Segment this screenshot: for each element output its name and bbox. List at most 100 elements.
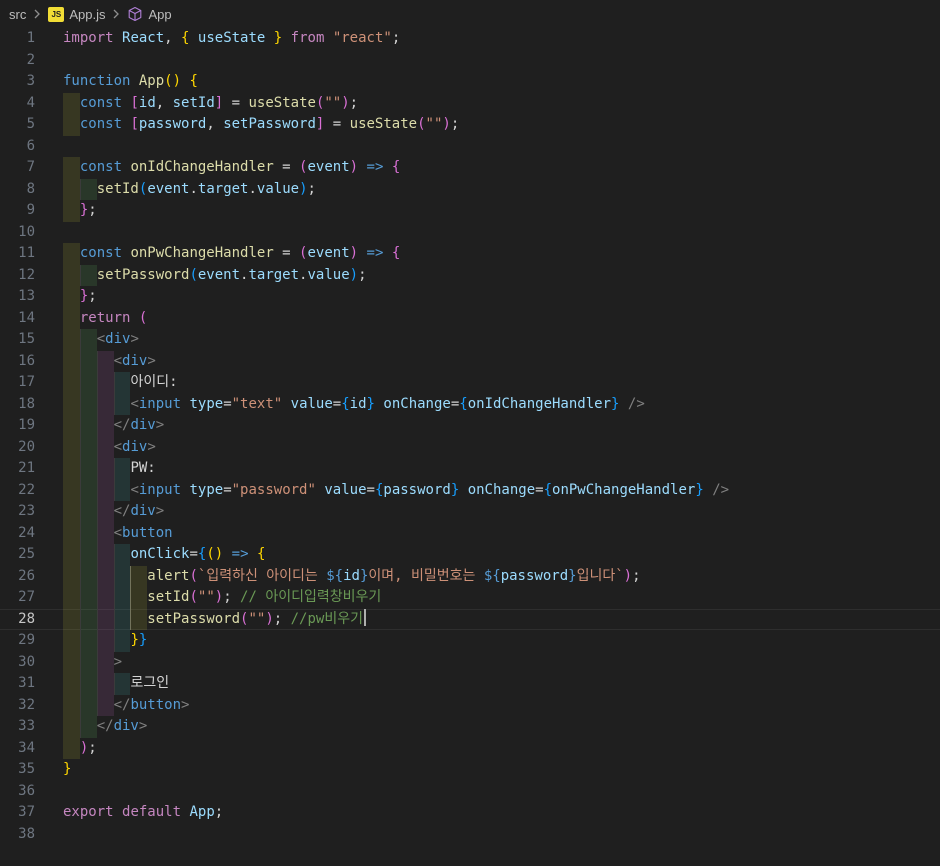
code-line-35[interactable]: 35}	[0, 759, 940, 781]
line-content[interactable]: export default App;	[63, 802, 940, 824]
line-number[interactable]: 23	[0, 501, 47, 523]
code-line-7[interactable]: 7 const onIdChangeHandler = (event) => {	[0, 157, 940, 179]
line-content[interactable]: <div>	[63, 350, 940, 372]
line-number[interactable]: 7	[0, 157, 47, 179]
code-line-21[interactable]: 21 PW:	[0, 458, 940, 480]
code-line-16[interactable]: 16 <div>	[0, 350, 940, 373]
code-line-15[interactable]: 15 <div>	[0, 329, 940, 351]
code-line-34[interactable]: 34 );	[0, 737, 940, 760]
line-number[interactable]: 6	[0, 136, 47, 158]
line-content[interactable]: <div>	[63, 329, 940, 351]
line-content[interactable]: alert(`입력하신 아이디는 ${id}이며, 비밀번호는 ${passwo…	[63, 565, 940, 587]
code-line-36[interactable]: 36	[0, 781, 940, 803]
line-content[interactable]: >	[63, 651, 940, 673]
breadcrumb-item-filename[interactable]: App.js	[69, 7, 105, 22]
line-content[interactable]: };	[63, 200, 940, 222]
line-content[interactable]: 아이디:	[63, 372, 940, 394]
line-number[interactable]: 20	[0, 437, 47, 459]
code-line-12[interactable]: 12 setPassword(event.target.value);	[0, 264, 940, 286]
line-content[interactable]: );	[63, 737, 940, 759]
code-line-31[interactable]: 31 로그인	[0, 673, 940, 695]
line-content[interactable]: </div>	[63, 501, 940, 523]
line-number[interactable]: 34	[0, 738, 47, 760]
breadcrumb-item-src[interactable]: src	[9, 7, 26, 22]
editor[interactable]: 1 import React, { useState } from "react"…	[0, 28, 940, 845]
line-content[interactable]: 로그인	[63, 673, 940, 695]
line-content[interactable]: }	[63, 759, 940, 781]
line-content[interactable]: import React, { useState } from "react";	[63, 28, 940, 50]
line-content[interactable]	[63, 781, 940, 803]
line-content[interactable]	[63, 136, 940, 158]
line-number[interactable]: 38	[0, 824, 47, 846]
line-content[interactable]: </button>	[63, 694, 940, 716]
line-number[interactable]: 13	[0, 286, 47, 308]
line-number[interactable]: 32	[0, 695, 47, 717]
line-number[interactable]: 37	[0, 802, 47, 824]
code-line-10[interactable]: 10	[0, 222, 940, 244]
line-content[interactable]: setId(event.target.value);	[63, 178, 940, 200]
line-content[interactable]: };	[63, 286, 940, 308]
line-number[interactable]: 26	[0, 566, 47, 588]
line-content[interactable]: <button	[63, 522, 940, 544]
code-line-11[interactable]: 11 const onPwChangeHandler = (event) => …	[0, 243, 940, 265]
code-line-3[interactable]: 3 function App() {	[0, 71, 940, 93]
code-line-25[interactable]: 25 onClick={() => {	[0, 544, 940, 566]
code-line-24[interactable]: 24 <button	[0, 522, 940, 545]
line-content[interactable]: <div>	[63, 436, 940, 458]
code-line-27[interactable]: 27 setId(""); // 아이디입력창비우기	[0, 587, 940, 609]
line-number[interactable]: 22	[0, 480, 47, 502]
code-line-26[interactable]: 26 alert(`입력하신 아이디는 ${id}이며, 비밀번호는 ${pas…	[0, 565, 940, 588]
line-number[interactable]: 35	[0, 759, 47, 781]
line-content[interactable]: PW:	[63, 458, 940, 480]
code-line-4[interactable]: 4 const [id, setId] = useState("");	[0, 92, 940, 115]
code-line-6[interactable]: 6	[0, 136, 940, 158]
line-number[interactable]: 3	[0, 71, 47, 93]
line-content[interactable]: <input type="password" value={password} …	[63, 479, 940, 501]
line-content[interactable]: </div>	[63, 415, 940, 437]
line-number[interactable]: 9	[0, 200, 47, 222]
code-line-9[interactable]: 9 };	[0, 200, 940, 222]
line-number[interactable]: 11	[0, 243, 47, 265]
line-content[interactable]: <input type="text" value={id} onChange={…	[63, 393, 940, 415]
code-line-38[interactable]: 38	[0, 824, 940, 846]
line-number[interactable]: 16	[0, 351, 47, 373]
line-number[interactable]: 2	[0, 50, 47, 72]
code-line-30[interactable]: 30 >	[0, 651, 940, 674]
code-line-14[interactable]: 14 return (	[0, 307, 940, 329]
line-number[interactable]: 5	[0, 114, 47, 136]
line-content[interactable]: setId(""); // 아이디입력창비우기	[63, 587, 940, 609]
line-content[interactable]	[63, 50, 940, 72]
code-line-8[interactable]: 8 setId(event.target.value);	[0, 178, 940, 201]
line-number[interactable]: 30	[0, 652, 47, 674]
line-content[interactable]: const [password, setPassword] = useState…	[63, 114, 940, 136]
line-number[interactable]: 4	[0, 93, 47, 115]
line-number[interactable]: 29	[0, 630, 47, 652]
line-number[interactable]: 15	[0, 329, 47, 351]
line-number[interactable]: 25	[0, 544, 47, 566]
code-line-13[interactable]: 13 };	[0, 286, 940, 308]
line-content[interactable]: function App() {	[63, 71, 940, 93]
line-number[interactable]: 31	[0, 673, 47, 695]
line-number[interactable]: 33	[0, 716, 47, 738]
code-line-1[interactable]: 1 import React, { useState } from "react"…	[0, 28, 940, 50]
line-content[interactable]: setPassword(event.target.value);	[63, 264, 940, 286]
line-number[interactable]: 24	[0, 523, 47, 545]
code-line-22[interactable]: 22 <input type="password" value={passwor…	[0, 479, 940, 502]
line-content[interactable]: const onIdChangeHandler = (event) => {	[63, 157, 940, 179]
line-content[interactable]: const [id, setId] = useState("");	[63, 92, 940, 114]
line-content[interactable]: setPassword(""); //pw비우기	[63, 608, 940, 630]
line-number[interactable]: 1	[0, 28, 47, 50]
code-line-5[interactable]: 5 const [password, setPassword] = useSta…	[0, 114, 940, 136]
code-line-28[interactable]: 28 setPassword(""); //pw비우기	[0, 608, 940, 630]
line-content[interactable]: onClick={() => {	[63, 544, 940, 566]
line-number[interactable]: 8	[0, 179, 47, 201]
code-line-19[interactable]: 19 </div>	[0, 415, 940, 437]
code-line-17[interactable]: 17 아이디:	[0, 372, 940, 394]
code-line-32[interactable]: 32 </button>	[0, 694, 940, 717]
code-line-29[interactable]: 29 }}	[0, 630, 940, 652]
line-number[interactable]: 21	[0, 458, 47, 480]
line-number[interactable]: 17	[0, 372, 47, 394]
line-content[interactable]	[63, 222, 940, 244]
code-line-2[interactable]: 2	[0, 50, 940, 72]
code-line-33[interactable]: 33 </div>	[0, 716, 940, 738]
